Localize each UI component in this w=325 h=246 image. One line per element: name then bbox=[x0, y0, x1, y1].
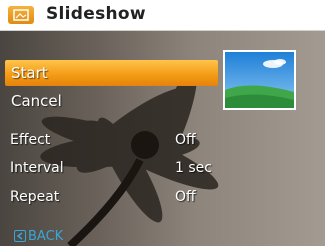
setting-effect-value[interactable]: Off bbox=[175, 132, 196, 148]
flower-background bbox=[40, 68, 219, 246]
setting-repeat-label: Repeat bbox=[10, 189, 60, 205]
back-label: BACK bbox=[28, 229, 64, 244]
slideshow-icon bbox=[8, 6, 34, 24]
page-title: Slideshow bbox=[46, 4, 146, 24]
setting-repeat-value[interactable]: Off bbox=[175, 189, 196, 205]
landscape-thumbnail-icon bbox=[225, 52, 294, 108]
setting-effect-label: Effect bbox=[10, 132, 51, 148]
menu-item-label: Cancel bbox=[11, 92, 62, 110]
setting-interval-label: Interval bbox=[10, 160, 64, 176]
title-bar: Slideshow bbox=[0, 0, 325, 31]
back-button[interactable]: BACK bbox=[14, 229, 63, 245]
setting-interval-value[interactable]: 1 sec bbox=[175, 160, 212, 176]
slideshow-preview-thumbnail bbox=[223, 50, 296, 110]
back-arrow-icon bbox=[14, 230, 26, 242]
menu-item-cancel[interactable]: Cancel bbox=[5, 88, 218, 114]
camera-screen: Slideshow Start Cancel Effect Off Interv… bbox=[0, 0, 325, 246]
menu-item-start[interactable]: Start bbox=[5, 60, 218, 86]
menu-item-label: Start bbox=[11, 64, 48, 82]
